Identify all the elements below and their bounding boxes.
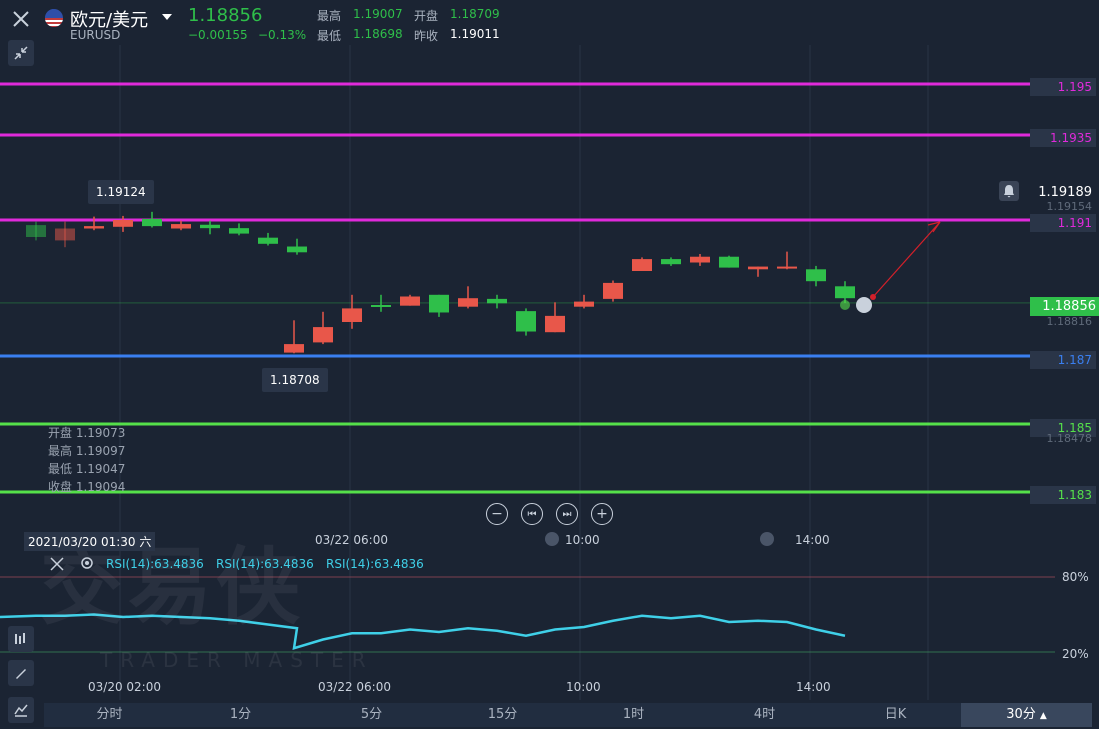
candle-body <box>603 282 623 299</box>
candle-body <box>806 269 826 282</box>
level-tag-4: 1.187 <box>1030 351 1096 369</box>
tab-daily[interactable]: 日K <box>830 703 961 727</box>
rsi-label-3: RSI(14):63.4836 <box>326 557 424 571</box>
candle-body <box>258 237 278 244</box>
candle-body <box>342 308 362 322</box>
candle-body <box>719 256 739 268</box>
timeframe-tabs: 分时 1分 5分 15分 1时 4时 日K 30分 ▲ <box>44 703 1092 727</box>
watermark-subtitle: TRADER MASTER <box>100 648 374 672</box>
skip-back-button[interactable]: ⏮ <box>521 503 543 525</box>
candle-body <box>229 228 249 234</box>
tab-5min[interactable]: 5分 <box>306 703 437 727</box>
info-icon <box>856 297 872 313</box>
candle-body <box>661 259 681 265</box>
level-tag-1: 1.195 <box>1030 78 1096 96</box>
faded-price-2: 1.18816 <box>1046 315 1093 328</box>
time-label-top-2: 10:00 <box>565 533 600 547</box>
ohlc-high: 最高 1.19097 <box>48 444 126 458</box>
caret-up-icon: ▲ <box>1039 711 1047 721</box>
candle-body <box>142 218 162 227</box>
candle-body <box>84 226 104 229</box>
faded-price-3: 1.18478 <box>1046 432 1093 445</box>
rsi-level-80: 80% <box>1062 570 1089 584</box>
chart-line-icon[interactable] <box>8 697 34 723</box>
ohlc-close: 收盘 1.19094 <box>48 480 126 494</box>
ohlc-open: 开盘 1.19073 <box>48 426 126 440</box>
time-label-bottom-3: 10:00 <box>566 680 601 694</box>
current-dot <box>840 300 850 310</box>
candle-body <box>171 224 191 229</box>
tab-timeshare[interactable]: 分时 <box>44 703 175 727</box>
high-callout: 1.19124 <box>88 180 154 204</box>
candle-body <box>516 311 536 332</box>
tab-15min[interactable]: 15分 <box>437 703 568 727</box>
time-label-top-3: 14:00 <box>795 533 830 547</box>
tab-30min-label: 30分 <box>1006 707 1036 722</box>
forecast-anchor <box>870 294 876 300</box>
skip-forward-button[interactable]: ⏭ <box>556 503 578 525</box>
candle-body <box>371 305 391 307</box>
tab-4hour[interactable]: 4时 <box>699 703 830 727</box>
level-tag-2: 1.1935 <box>1030 129 1096 147</box>
candle-body <box>458 298 478 307</box>
indicator-settings-icon[interactable] <box>79 555 95 575</box>
candle-body <box>113 220 133 227</box>
faded-price-1: 1.19154 <box>1046 200 1093 213</box>
rsi-label-1: RSI(14):63.4836 <box>106 557 204 571</box>
zoom-out-button[interactable]: − <box>486 503 508 525</box>
close-indicator-icon[interactable] <box>50 556 64 575</box>
tab-30min[interactable]: 30分 ▲ <box>961 703 1092 727</box>
rsi-level-20: 20% <box>1062 647 1089 661</box>
candle-body <box>429 294 449 313</box>
time-label-top-1: 03/22 06:00 <box>315 533 388 547</box>
level-tag-6: 1.183 <box>1030 486 1096 504</box>
tab-1min[interactable]: 1分 <box>175 703 306 727</box>
draw-tool-icon[interactable] <box>8 660 34 686</box>
candle-body <box>287 246 307 253</box>
tab-1hour[interactable]: 1时 <box>568 703 699 727</box>
low-callout: 1.18708 <box>262 368 328 392</box>
candle-body <box>835 286 855 299</box>
time-label-bottom-4: 14:00 <box>796 680 831 694</box>
candle-body <box>284 344 304 353</box>
level-tag-3: 1.191 <box>1030 214 1096 232</box>
time-label-bottom-2: 03/22 06:00 <box>318 680 391 694</box>
candle-body <box>487 298 507 304</box>
scroll-handle-1[interactable] <box>545 532 559 546</box>
candle-body <box>748 266 768 270</box>
candle-body <box>690 256 710 263</box>
bell-icon[interactable] <box>999 181 1019 201</box>
candle-body <box>574 301 594 307</box>
indicator-tool-icon[interactable] <box>8 626 34 652</box>
candle-body <box>55 228 75 241</box>
candle-body <box>200 224 220 229</box>
time-label-bottom-1: 03/20 02:00 <box>88 680 161 694</box>
candle-body <box>545 315 565 333</box>
candle-body <box>632 259 652 271</box>
zoom-in-button[interactable]: + <box>591 503 613 525</box>
ohlc-low: 最低 1.19047 <box>48 462 126 476</box>
forecast-arrow-line <box>872 221 941 298</box>
scroll-handle-2[interactable] <box>760 532 774 546</box>
crosshair-time: 2021/03/20 01:30 六 <box>24 532 156 551</box>
candle-body <box>400 296 420 306</box>
candle-body <box>777 266 797 269</box>
candle-body <box>26 225 46 237</box>
rsi-label-2: RSI(14):63.4836 <box>216 557 314 571</box>
candle-body <box>313 327 333 343</box>
